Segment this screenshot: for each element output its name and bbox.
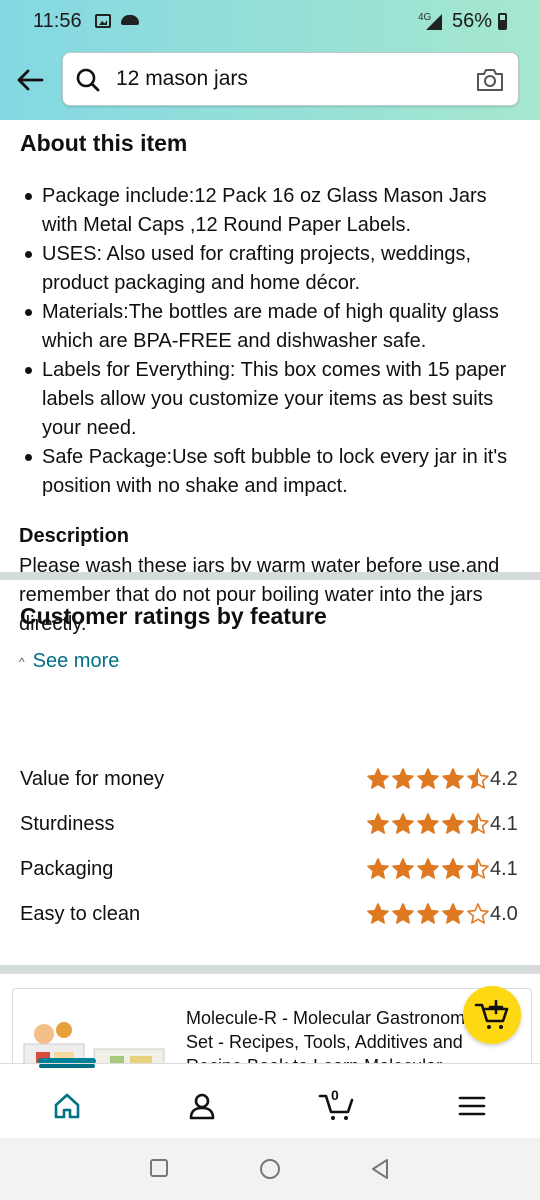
star-icon bbox=[367, 813, 389, 834]
recent-apps-button[interactable] bbox=[149, 1158, 169, 1183]
rating-row-value-for-money[interactable]: Value for money 4.2 bbox=[20, 765, 525, 795]
star-icon bbox=[417, 858, 439, 879]
rating-value: 4.1 bbox=[490, 858, 518, 880]
star-icon bbox=[467, 903, 489, 924]
status-bar: 11:56 4G 56% bbox=[0, 0, 540, 44]
star-rating bbox=[366, 812, 490, 836]
sponsored-product-card[interactable]: Molecule-R - Molecular Gastronomy Set - … bbox=[0, 973, 540, 1063]
star-rating bbox=[366, 767, 490, 791]
cart-plus-icon bbox=[474, 999, 509, 1029]
account-icon bbox=[189, 1093, 215, 1120]
section-divider bbox=[0, 965, 540, 973]
star-rating bbox=[366, 857, 490, 881]
rating-value: 4.2 bbox=[490, 768, 518, 790]
cloud-notification-icon bbox=[121, 15, 139, 25]
photo-notification-icon bbox=[95, 14, 111, 28]
star-icon bbox=[467, 858, 489, 879]
star-icon bbox=[367, 903, 389, 924]
star-icon bbox=[367, 858, 389, 879]
star-icon bbox=[442, 813, 464, 834]
arrow-left-icon bbox=[17, 69, 44, 91]
see-more-link[interactable]: ^ See more bbox=[19, 650, 119, 673]
ratings-title: Customer ratings by feature bbox=[20, 603, 327, 629]
back-button[interactable] bbox=[12, 62, 48, 98]
about-bullets: Package include:12 Pack 16 oz Glass Maso… bbox=[20, 182, 525, 501]
rating-row-easy-to-clean[interactable]: Easy to clean 4.0 bbox=[20, 900, 525, 930]
system-back-button[interactable] bbox=[370, 1158, 390, 1185]
star-icon bbox=[392, 768, 414, 789]
star-icon bbox=[467, 813, 489, 834]
search-bar[interactable]: 12 mason jars bbox=[62, 52, 519, 106]
search-input[interactable]: 12 mason jars bbox=[116, 67, 248, 91]
rating-label: Value for money bbox=[20, 768, 165, 790]
see-more-label: See more bbox=[32, 650, 120, 672]
star-icon bbox=[367, 768, 389, 789]
menu-icon bbox=[458, 1096, 486, 1116]
nav-account[interactable] bbox=[182, 1086, 222, 1126]
rating-row-sturdiness[interactable]: Sturdiness 4.1 bbox=[20, 810, 525, 840]
star-icon bbox=[392, 903, 414, 924]
system-navigation-bar bbox=[0, 1138, 540, 1200]
search-icon bbox=[75, 67, 101, 98]
rating-value: 4.1 bbox=[490, 813, 518, 835]
star-icon bbox=[442, 858, 464, 879]
square-icon bbox=[150, 1159, 168, 1177]
bottom-navigation: 0 bbox=[0, 1063, 540, 1138]
active-tab-indicator bbox=[39, 1064, 95, 1068]
description-title: Description bbox=[19, 525, 130, 547]
about-bullet: Package include:12 Pack 16 oz Glass Maso… bbox=[20, 182, 525, 240]
about-title: About this item bbox=[20, 130, 188, 156]
rating-value: 4.0 bbox=[490, 903, 518, 925]
camera-icon bbox=[477, 69, 503, 91]
star-icon bbox=[392, 813, 414, 834]
about-bullet: Materials:The bottles are made of high q… bbox=[20, 298, 525, 356]
system-home-button[interactable] bbox=[259, 1158, 281, 1185]
nav-menu[interactable] bbox=[452, 1086, 492, 1126]
add-to-cart-button[interactable] bbox=[463, 986, 521, 1044]
camera-search-button[interactable] bbox=[475, 67, 505, 98]
product-title[interactable]: Molecule-R - Molecular Gastronomy Set - … bbox=[186, 1006, 486, 1063]
star-icon bbox=[467, 768, 489, 789]
rating-row-packaging[interactable]: Packaging 4.1 bbox=[20, 855, 525, 885]
chevron-up-icon: ^ bbox=[19, 654, 25, 669]
app-header: 11:56 4G 56% 12 mason jars bbox=[0, 0, 540, 120]
star-icon bbox=[392, 858, 414, 879]
star-icon bbox=[417, 768, 439, 789]
product-thumbnail[interactable] bbox=[14, 1004, 174, 1063]
star-icon bbox=[417, 903, 439, 924]
about-bullet: USES: Also used for crafting projects, w… bbox=[20, 240, 525, 298]
rating-label: Packaging bbox=[20, 858, 114, 880]
nav-cart[interactable]: 0 bbox=[317, 1086, 357, 1126]
battery-icon bbox=[498, 13, 507, 30]
star-rating bbox=[366, 902, 490, 926]
about-bullet: Labels for Everything: This box comes wi… bbox=[20, 356, 525, 443]
circle-icon bbox=[260, 1159, 280, 1179]
star-icon bbox=[442, 768, 464, 789]
section-divider bbox=[0, 572, 540, 580]
triangle-back-icon bbox=[372, 1159, 388, 1179]
status-time: 11:56 bbox=[33, 10, 82, 32]
home-icon bbox=[54, 1093, 80, 1119]
network-type-label: 4G bbox=[418, 12, 432, 23]
star-icon bbox=[442, 903, 464, 924]
star-icon bbox=[417, 813, 439, 834]
rating-label: Sturdiness bbox=[20, 813, 115, 835]
nav-home[interactable] bbox=[39, 1064, 95, 1126]
battery-percent: 56% bbox=[452, 10, 493, 32]
cart-count-badge: 0 bbox=[331, 1087, 339, 1103]
about-bullet: Safe Package:Use soft bubble to lock eve… bbox=[20, 443, 525, 501]
rating-label: Easy to clean bbox=[20, 903, 141, 925]
